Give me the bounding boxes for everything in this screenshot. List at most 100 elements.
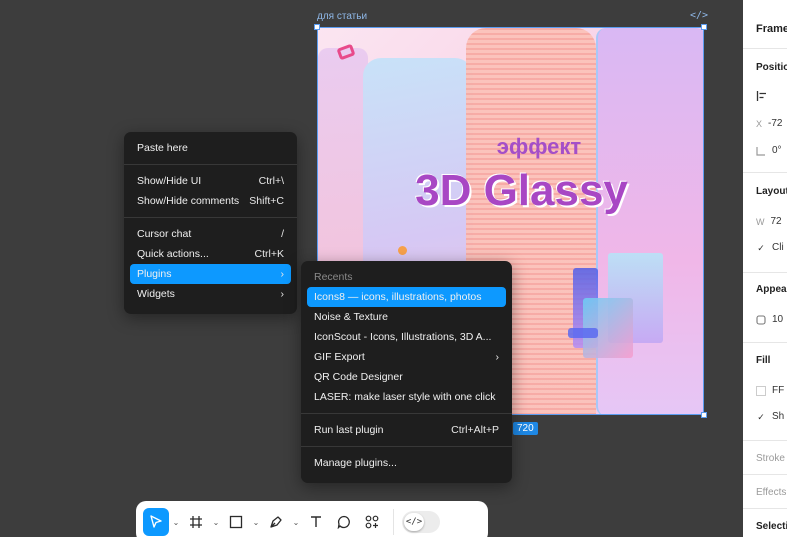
menu-item-label: Show/Hide comments [137,195,240,207]
comment-bubble-icon [337,515,350,529]
text-tool-button[interactable] [303,508,329,536]
w-value: 72 [770,216,782,227]
show-label: Sh [772,411,785,422]
pen-nib-icon [270,516,282,528]
opacity-input[interactable]: 10 [756,314,783,325]
resize-handle[interactable] [314,24,320,30]
glass-cube [568,328,598,338]
menu-divider [124,164,297,165]
panel-divider [743,172,787,173]
bottom-toolbar: ⌄ ⌄ ⌄ ⌄ </> [136,501,488,537]
fill-value: FF [772,385,785,396]
checkmark-icon: ✓ [757,242,765,253]
grid-plus-icon [365,515,379,529]
show-in-exports-checkbox[interactable]: ✓ Sh [756,411,784,422]
dev-code-icon[interactable]: </> [690,10,708,21]
frame-size-badge: 720 [513,422,538,435]
menu-item-label: QR Code Designer [314,371,403,383]
menu-item-label: Run last plugin [314,424,384,436]
plugin-item-gif-export[interactable]: GIF Export › [307,347,506,367]
frame-hash-icon [190,516,202,528]
fill-swatch[interactable] [756,385,766,396]
pen-tool-button[interactable] [263,508,289,536]
plugin-item-noise-texture[interactable]: Noise & Texture [307,307,506,327]
plugin-item-iconscout[interactable]: IconScout - Icons, Illustrations, 3D A..… [307,327,506,347]
menu-item-label: Cursor chat [137,228,192,240]
dev-mode-toggle[interactable]: </> [402,511,440,533]
toolbar-divider [393,509,394,535]
menu-item-widgets[interactable]: Widgets › [130,284,291,304]
chevron-down-icon[interactable]: ⌄ [291,508,301,536]
chevron-down-icon[interactable]: ⌄ [171,508,181,536]
menu-item-label: Plugins [137,268,172,280]
panel-divider [743,342,787,343]
menu-item-label: LASER: make laser style with one click [314,391,496,403]
frame-name-label[interactable]: для статьи [317,11,367,22]
panel-divider [743,440,787,441]
chevron-right-icon: › [280,288,285,300]
align-left-icon [756,91,766,101]
w-label: W [756,216,765,227]
submenu-header: Recents [307,267,506,287]
text-t-icon [311,516,321,527]
move-tool-button[interactable] [143,508,169,536]
menu-item-label: Paste here [137,142,188,154]
clip-label: Cli [772,242,784,253]
chevron-down-icon[interactable]: ⌄ [211,508,221,536]
resize-handle[interactable] [701,412,707,418]
plugin-item-icons8[interactable]: Icons8 — icons, illustrations, photos [307,287,506,307]
width-input[interactable]: W 72 [756,216,782,227]
position-section-title: Position [756,62,787,73]
plugin-item-laser[interactable]: LASER: make laser style with one click [307,387,506,407]
effects-section-title[interactable]: Effects [756,487,786,498]
menu-item-shortcut: Ctrl+K [254,248,284,260]
opacity-square-icon [756,314,766,325]
fill-color-input[interactable]: FF [756,385,784,396]
checkmark-icon: ✓ [757,411,765,422]
chevron-right-icon: › [495,351,500,363]
plugin-item-qr-code-designer[interactable]: QR Code Designer [307,367,506,387]
frame-tool-button[interactable] [183,508,209,536]
actions-tool-button[interactable] [359,508,385,536]
comment-tool-button[interactable] [331,508,357,536]
chevron-right-icon: › [280,268,285,280]
menu-item-label: Quick actions... [137,248,209,260]
orange-dot-decoration [398,246,407,255]
menu-item-paste-here[interactable]: Paste here [130,138,291,158]
dev-mode-code-icon: </> [404,513,424,531]
art-headline-big: 3D Glassy [415,166,628,215]
resize-handle[interactable] [701,24,707,30]
properties-panel: Frame Position X -72 0° Layout W 72 ✓ Cl… [743,0,787,537]
menu-item-shortcut: / [281,228,284,240]
menu-item-label: Noise & Texture [314,311,388,323]
align-left-button[interactable] [756,90,768,102]
panel-divider [743,508,787,509]
menu-item-label: Widgets [137,288,175,300]
menu-item-label: Manage plugins... [314,457,397,469]
rectangle-icon [229,515,243,529]
panel-title: Frame [756,23,787,35]
menu-item-show-hide-comments[interactable]: Show/Hide comments Shift+C [130,191,291,211]
selection-colors-section-title: Selectio [756,521,787,532]
clip-content-checkbox[interactable]: ✓ Cli [756,242,784,253]
rotation-input[interactable]: 0° [756,145,782,156]
menu-item-shortcut: Ctrl+Alt+P [451,424,499,436]
menu-item-run-last-plugin[interactable]: Run last plugin Ctrl+Alt+P [307,420,506,440]
shape-tool-button[interactable] [223,508,249,536]
x-label: X [756,118,763,129]
x-position-input[interactable]: X -72 [756,118,782,129]
menu-item-plugins[interactable]: Plugins › [130,264,291,284]
menu-item-show-hide-ui[interactable]: Show/Hide UI Ctrl+\ [130,171,291,191]
panel-divider [743,48,787,49]
menu-item-cursor-chat[interactable]: Cursor chat / [130,224,291,244]
menu-item-label: Show/Hide UI [137,175,202,187]
chevron-down-icon[interactable]: ⌄ [251,508,261,536]
menu-item-label: IconScout - Icons, Illustrations, 3D A..… [314,331,492,343]
menu-divider [301,446,512,447]
plugins-submenu: Recents Icons8 — icons, illustrations, p… [301,261,512,483]
cursor-arrow-icon [150,515,162,528]
art-headline-small: эффект [496,134,582,159]
stroke-section-title[interactable]: Stroke [756,453,785,464]
menu-item-quick-actions[interactable]: Quick actions... Ctrl+K [130,244,291,264]
menu-item-manage-plugins[interactable]: Manage plugins... [307,453,506,473]
